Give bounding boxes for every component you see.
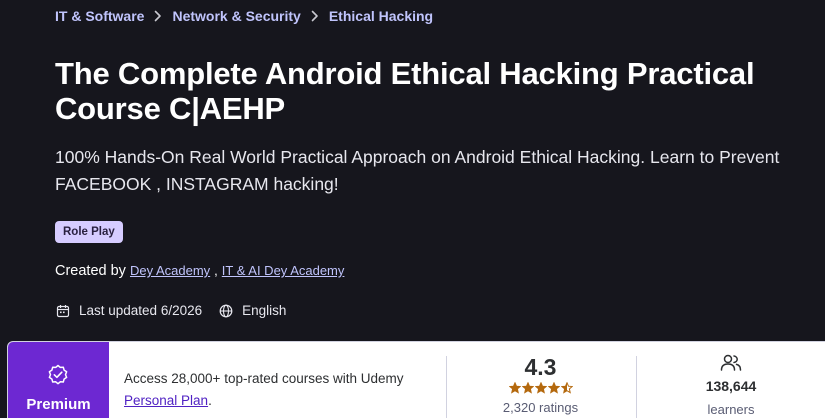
course-language: English [242,303,287,318]
course-title: The Complete Android Ethical Hacking Pra… [55,56,755,126]
breadcrumb: IT & Software Network & Security Ethical… [55,8,433,24]
course-meta: Last updated 6/2026 English [55,303,286,318]
premium-label: Premium [26,396,91,413]
learners-count: 138,644 [705,378,757,394]
personal-plan-info: Access 28,000+ top-rated courses with Ud… [124,368,434,412]
last-updated: Last updated 6/2026 [79,303,203,318]
breadcrumb-item-network-security[interactable]: Network & Security [172,8,300,24]
star-icon [521,382,534,394]
instructor-link-dey-academy[interactable]: Dey Academy [130,263,210,278]
breadcrumb-item-ethical-hacking[interactable]: Ethical Hacking [329,8,433,24]
star-icon [534,382,547,394]
chevron-right-icon [154,10,162,22]
rating-stars [468,382,613,394]
plan-suffix: . [208,393,212,408]
badge-check-icon [47,364,69,391]
learners-stat: 138,644 learners [656,354,806,417]
premium-card: Premium Access 28,000+ top-rated courses… [7,341,825,418]
course-rating[interactable]: 4.3 2,320 ratings [468,354,613,415]
star-icon [508,382,521,394]
created-by: Created by Dey Academy, IT & AI Dey Acade… [55,263,344,279]
instructor-link-it-ai-dey-academy[interactable]: IT & AI Dey Academy [222,263,345,278]
access-text: Access 28,000+ top-rated courses with Ud… [124,371,404,386]
star-icon [547,382,560,394]
instructor-separator: , [214,263,218,278]
premium-panel[interactable]: Premium [8,342,109,418]
rating-value: 4.3 [524,354,557,380]
breadcrumb-item-it-software[interactable]: IT & Software [55,8,144,24]
personal-plan-link[interactable]: Personal Plan [124,393,208,408]
chevron-right-icon [311,10,319,22]
ratings-count: 2,320 ratings [502,400,579,415]
course-subtitle: 100% Hands-On Real World Practical Appro… [55,147,780,194]
globe-icon [218,303,233,318]
star-icon [560,382,573,394]
created-by-label: Created by [55,263,126,279]
learners-label: learners [707,402,755,417]
role-play-badge: Role Play [55,221,123,243]
divider [446,356,447,418]
calendar-icon [55,303,70,318]
divider [636,356,637,418]
users-icon [656,354,806,372]
